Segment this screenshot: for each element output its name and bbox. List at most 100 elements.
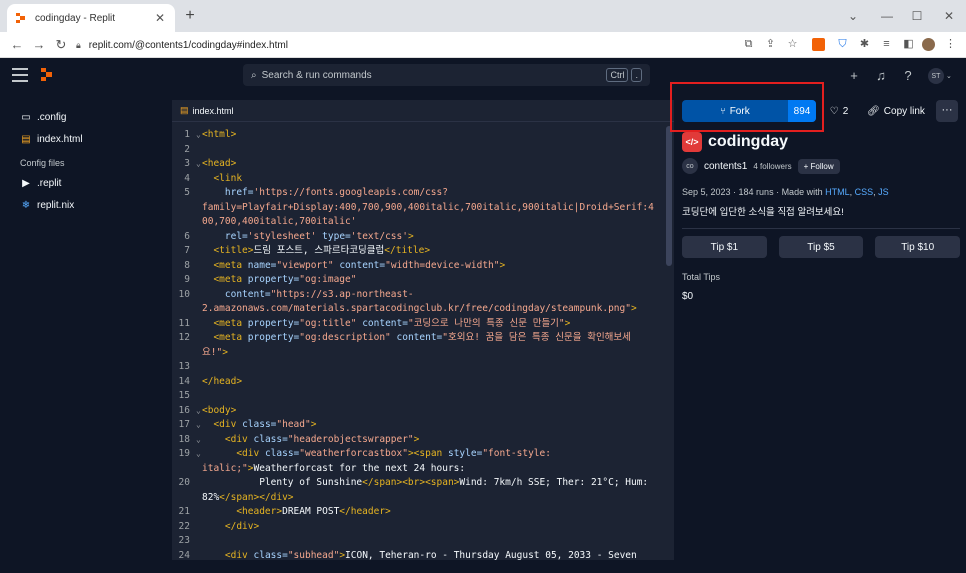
follow-button[interactable]: + Follow	[797, 158, 840, 174]
help-icon[interactable]: ?	[899, 67, 917, 85]
tip-10-button[interactable]: Tip $10	[875, 236, 961, 258]
code-line[interactable]: italic;">Weatherforcast for the next 24 …	[172, 462, 674, 477]
code-line[interactable]: 17 ⌄ <div class="head">	[172, 418, 674, 433]
copy-link-button[interactable]: 🔗︎ Copy link	[862, 100, 930, 122]
line-text	[202, 360, 674, 375]
editor-scrollbar[interactable]	[666, 126, 672, 266]
side-panel-icon[interactable]: ◧	[902, 38, 915, 51]
code-line[interactable]: 23	[172, 534, 674, 549]
back-icon[interactable]: ←	[8, 36, 26, 54]
line-text: </head>	[202, 375, 674, 390]
code-line[interactable]: 9 <meta property="og:image"	[172, 273, 674, 288]
hamburger-menu-icon[interactable]	[12, 68, 28, 82]
code-line[interactable]: 5 href='https://fonts.googleapis.com/css…	[172, 186, 674, 201]
folder-icon: ▭	[21, 111, 31, 123]
code-token: "subhead"	[287, 549, 340, 561]
code-line[interactable]: 6 rel='stylesheet' type='text/css'>	[172, 230, 674, 245]
code-line[interactable]: family=Playfair+Display:400,700,900,400i…	[172, 201, 674, 216]
code-line[interactable]: 3 ⌄ <head>	[172, 157, 674, 172]
code-token: property=	[247, 332, 300, 343]
file-item-replit-nix[interactable]: ❄ replit.nix	[8, 194, 168, 216]
search-run-commands[interactable]: ⌕ Search & run commands Ctrl .	[243, 64, 650, 86]
chevron-down-icon[interactable]: ⌄	[836, 0, 870, 32]
nix-file-icon: ❄	[21, 199, 31, 211]
code-line[interactable]: 14 </head>	[172, 375, 674, 390]
like-button[interactable]: ♡ 2	[822, 100, 856, 122]
browser-tab[interactable]: codingday - Replit ✕	[7, 4, 175, 32]
more-options-button[interactable]: ···	[936, 100, 958, 122]
owner-name[interactable]: contents1	[704, 161, 747, 172]
file-item-index-html[interactable]: ▤ index.html	[8, 128, 168, 150]
code-line[interactable]: 00,700,400italic,700italic'	[172, 215, 674, 230]
search-placeholder: Search & run commands	[261, 69, 372, 81]
fork-button[interactable]: ⑂ Fork 894	[682, 100, 816, 122]
browser-toolbar: ← → ↻ 🔒︎ replit.com/@contents1/codingday…	[0, 32, 966, 58]
code-line[interactable]: 1 ⌄ <html>	[172, 128, 674, 143]
close-tab-icon[interactable]: ✕	[153, 11, 167, 25]
extension-orange-icon[interactable]	[812, 38, 825, 51]
code-token: </header>	[339, 506, 391, 517]
code-line[interactable]: 24 <div class="subhead">ICON, Teheran-ro…	[172, 549, 674, 564]
code-token: 'stylesheet'	[247, 230, 317, 242]
code-line[interactable]: 7 <title>드림 포스트, 스파르타코딩클럽</title>	[172, 244, 674, 259]
code-line[interactable]: 21 <header>DREAM POST</header>	[172, 505, 674, 520]
install-app-icon[interactable]: ⧉	[742, 38, 755, 51]
extensions-puzzle-icon[interactable]: ✱	[858, 38, 871, 51]
profile-avatar[interactable]	[922, 38, 935, 51]
code-lines[interactable]: 1 ⌄ <html> 2 3 ⌄ <head> 4 <link 5 href='https://…	[172, 122, 674, 563]
share-icon[interactable]: ⇪	[764, 38, 777, 51]
code-line[interactable]: 19 ⌄ <div class="weatherforcastbox"><span…	[172, 447, 674, 462]
code-line[interactable]: 82%</span></div>	[172, 491, 674, 506]
code-line[interactable]: 8 <meta name="viewport" content="width=d…	[172, 259, 674, 274]
maximize-icon[interactable]: ☐	[900, 0, 934, 32]
forward-icon[interactable]: →	[30, 36, 48, 54]
minimize-icon[interactable]: —	[870, 0, 904, 32]
code-line[interactable]: 11 <meta property="og:title" content="코딩…	[172, 317, 674, 332]
kbd-dot: .	[631, 68, 642, 82]
code-line[interactable]: 20 Plenty of Sunshine</span><br><span>Wi…	[172, 476, 674, 491]
file-tree: ▭ .config ▤ index.html Config files ▶ .r…	[8, 100, 168, 560]
fork-label-wrap: ⑂ Fork	[682, 106, 788, 117]
code-line[interactable]: 12 <meta property="og:description" conte…	[172, 331, 674, 346]
code-line[interactable]: 2	[172, 143, 674, 158]
code-line[interactable]: 22 </div>	[172, 520, 674, 535]
editor-file-tab[interactable]: ▤ index.html	[172, 100, 674, 122]
extension-shield-icon[interactable]: ⛉	[836, 38, 849, 51]
code-line[interactable]: 15	[172, 389, 674, 404]
address-bar[interactable]: 🔒︎ replit.com/@contents1/codingday#index…	[76, 35, 806, 55]
line-number: 20	[178, 477, 190, 488]
code-line[interactable]: 16 ⌄ <body>	[172, 404, 674, 419]
code-line[interactable]: 13	[172, 360, 674, 375]
star-icon[interactable]: ☆	[786, 38, 799, 51]
lang-css-link[interactable]: CSS	[855, 187, 874, 197]
bell-icon[interactable]: ♫	[872, 67, 890, 85]
owner-avatar[interactable]: co	[682, 158, 698, 174]
reading-list-icon[interactable]: ≡	[880, 38, 893, 51]
code-token: 2.amazonaws.com/materials.spartacodingcl…	[202, 303, 631, 314]
user-menu[interactable]: ST ⌄	[928, 67, 954, 85]
code-line[interactable]: 2.amazonaws.com/materials.spartacodingcl…	[172, 302, 674, 317]
code-line[interactable]: 18 ⌄ <div class="headerobjectswrapper">	[172, 433, 674, 448]
code-editor[interactable]: ▤ index.html 1 ⌄ <html> 2 3 ⌄ <head> 4 <link 5 h…	[172, 100, 674, 563]
lang-html-link[interactable]: HTML	[825, 187, 850, 197]
total-tips-label: Total Tips	[682, 272, 721, 282]
code-line[interactable]: 10 content="https://s3.ap-northeast-	[172, 288, 674, 303]
menu-kebab-icon[interactable]: ⋮	[944, 38, 957, 51]
file-item-replit[interactable]: ▶ .replit	[8, 172, 168, 194]
line-number	[172, 201, 196, 216]
code-line[interactable]: 요!">	[172, 346, 674, 361]
code-token: class=	[253, 549, 288, 561]
code-line[interactable]: 4 <link	[172, 172, 674, 187]
replit-logo-icon[interactable]	[40, 68, 54, 82]
file-item-config[interactable]: ▭ .config	[8, 106, 168, 128]
fork-count: 894	[788, 100, 816, 122]
close-window-icon[interactable]: ✕	[932, 0, 966, 32]
search-icon: ⌕	[251, 69, 257, 81]
reload-icon[interactable]: ↻	[52, 36, 70, 54]
new-tab-button[interactable]: +	[180, 6, 200, 26]
tip-5-button[interactable]: Tip $5	[778, 236, 864, 258]
tip-1-button[interactable]: Tip $1	[682, 236, 767, 258]
lang-js-link[interactable]: JS	[878, 187, 889, 197]
plus-icon[interactable]: +	[845, 67, 863, 85]
